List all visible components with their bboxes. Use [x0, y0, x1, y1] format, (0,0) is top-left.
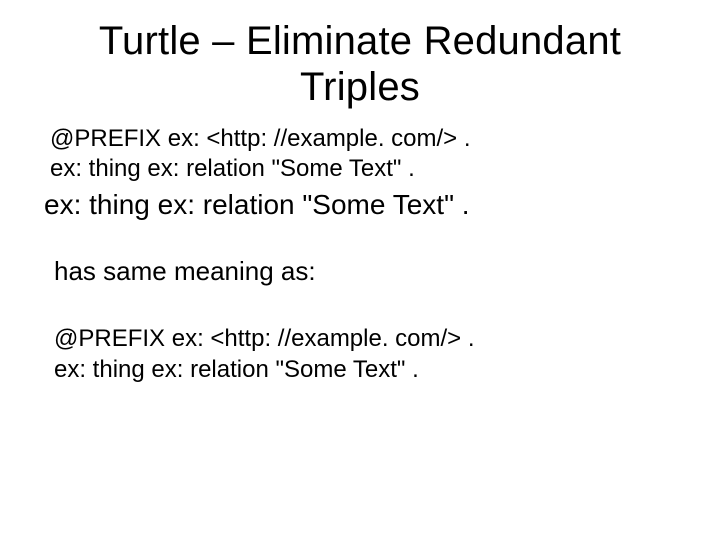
code3-line-2: ex: thing ex: relation "Some Text" .: [54, 354, 676, 385]
slide: Turtle – Eliminate Redundant Triples @PR…: [0, 0, 720, 540]
code-block-1: @PREFIX ex: <http: //example. com/> . ex…: [50, 124, 676, 184]
title-line-2: Triples: [300, 65, 420, 109]
slide-title: Turtle – Eliminate Redundant Triples: [44, 18, 676, 110]
code-block-2: ex: thing ex: relation "Some Text" .: [44, 188, 676, 222]
code1-line-2: ex: thing ex: relation "Some Text" .: [50, 154, 676, 184]
mid-text: has same meaning as:: [54, 256, 316, 286]
title-line-1: Turtle – Eliminate Redundant: [99, 19, 621, 63]
code3-line-1: @PREFIX ex: <http: //example. com/> .: [54, 323, 676, 354]
explanation-text: has same meaning as:: [54, 256, 676, 287]
code-block-3: @PREFIX ex: <http: //example. com/> . ex…: [54, 323, 676, 385]
code1-line-1: @PREFIX ex: <http: //example. com/> .: [50, 124, 676, 154]
code2-line-1: ex: thing ex: relation "Some Text" .: [44, 188, 676, 222]
